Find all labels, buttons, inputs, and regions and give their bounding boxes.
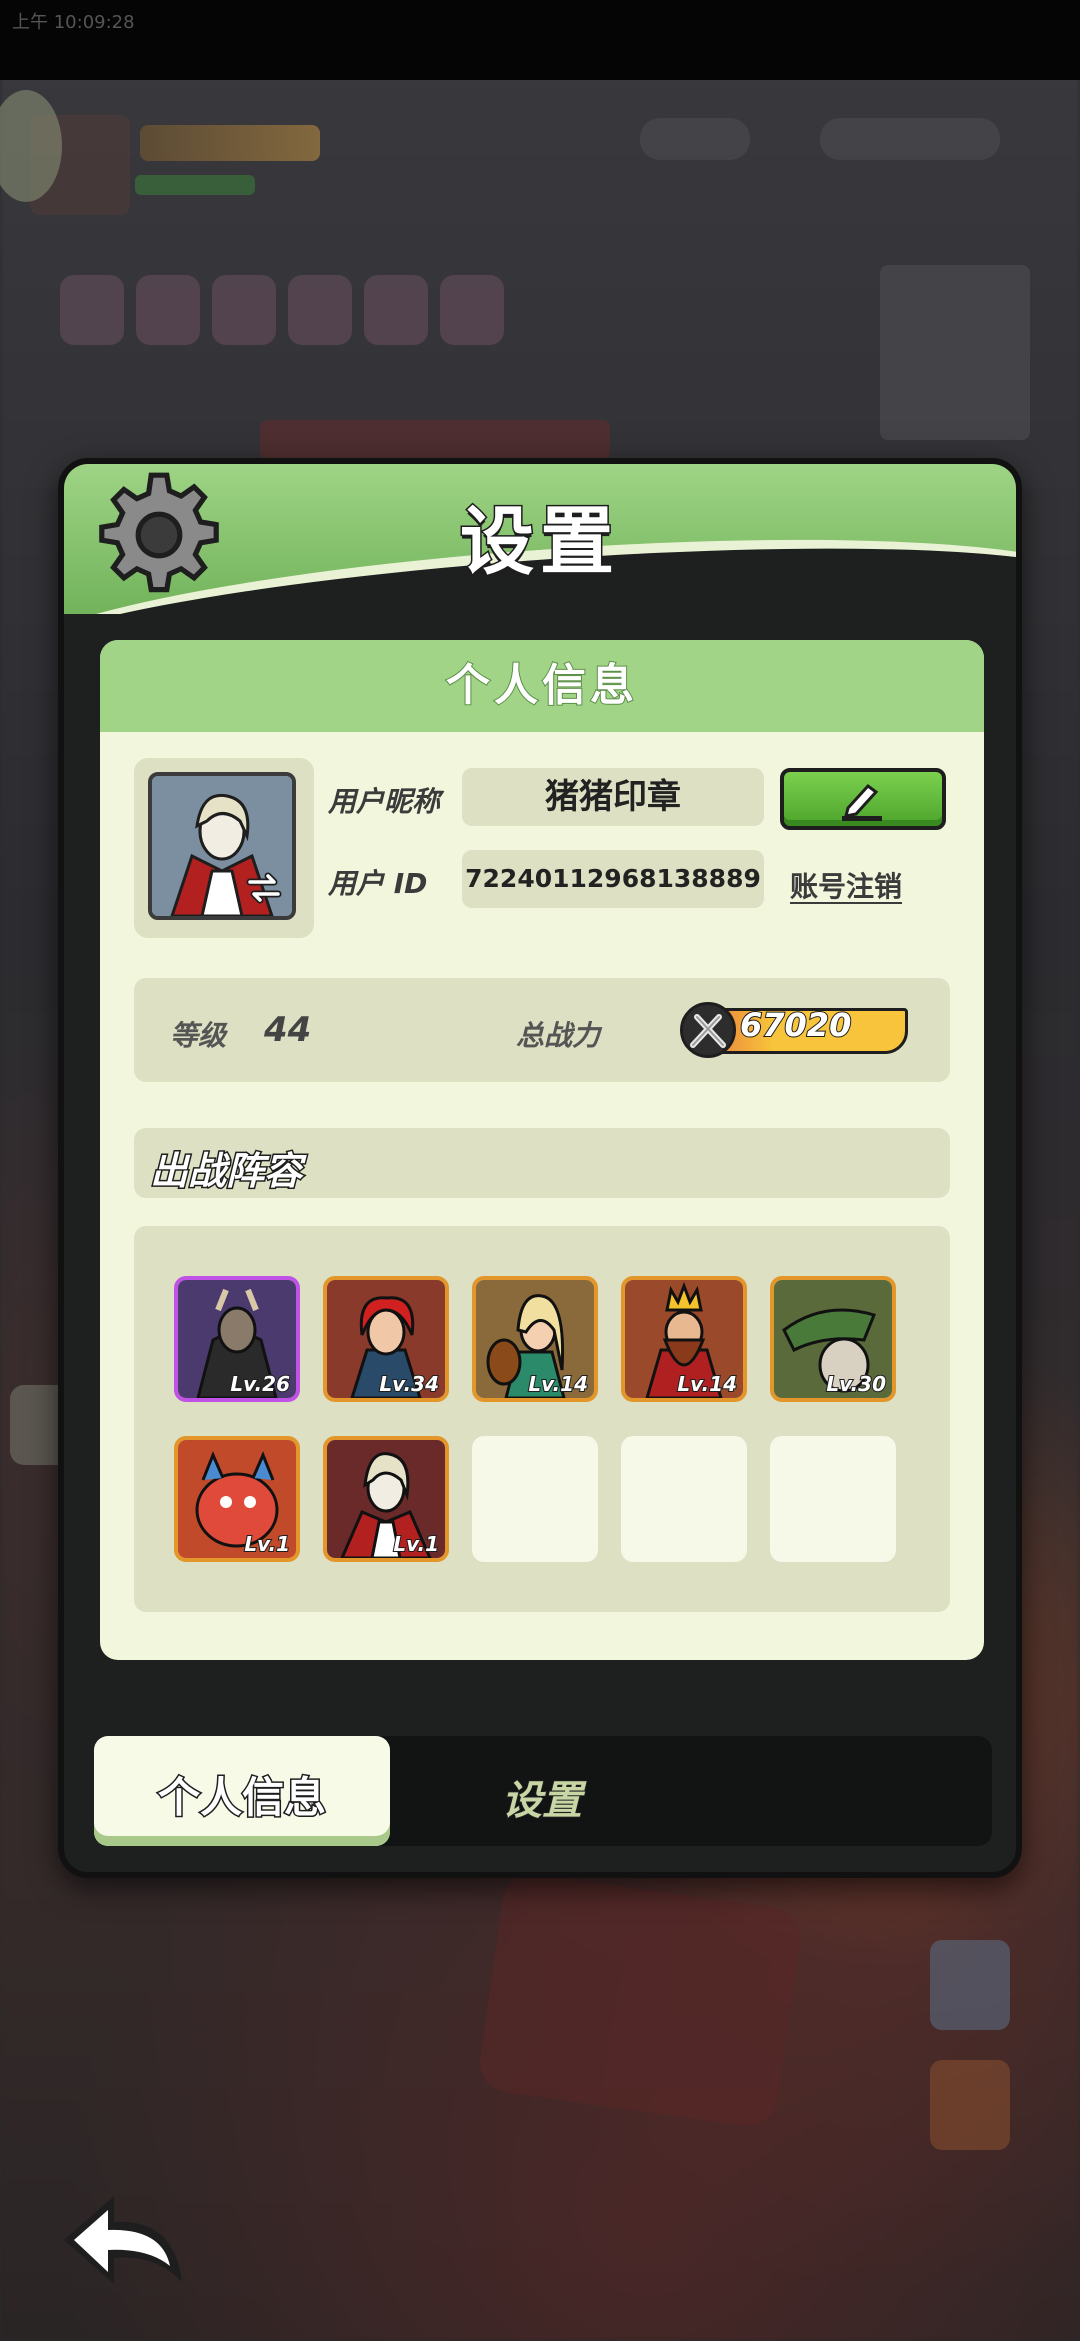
empty-slot[interactable] bbox=[621, 1436, 747, 1562]
section-title: 个人信息 bbox=[100, 640, 984, 732]
tab-profile[interactable]: 个人信息 bbox=[94, 1736, 390, 1846]
hero-slot-1[interactable]: Lv.26 bbox=[174, 1276, 300, 1402]
hero-level: Lv.26 bbox=[229, 1371, 291, 1397]
empty-slot[interactable] bbox=[472, 1436, 598, 1562]
hero-slot-2[interactable]: Lv.34 bbox=[323, 1276, 449, 1402]
profile-panel: 个人信息 用户昵称 猪猪印章 用户 ID 72240112968138889 账… bbox=[100, 640, 984, 1660]
sword-icon bbox=[680, 1002, 736, 1058]
stats-row: 等级 44 总战力 67020 bbox=[134, 978, 950, 1082]
level-label: 等级 bbox=[170, 1019, 227, 1052]
bg-activity-icons bbox=[60, 275, 530, 355]
bg-minimap bbox=[880, 265, 1030, 440]
bg-side-button-1 bbox=[930, 1940, 1010, 2030]
dialog-title: 设置 bbox=[459, 498, 620, 587]
hero-level: Lv.1 bbox=[392, 1531, 440, 1557]
tab-profile-label: 个人信息 bbox=[156, 1772, 327, 1824]
hero-slot-6[interactable]: Lv.1 bbox=[174, 1436, 300, 1562]
hero-level: Lv.14 bbox=[527, 1371, 589, 1397]
avatar[interactable] bbox=[148, 772, 296, 920]
empty-slot[interactable] bbox=[770, 1436, 896, 1562]
settings-dialog: 设置 个人信息 用户昵称 猪猪印章 用户 ID 7224011296813888… bbox=[58, 458, 1022, 1878]
hero-slot-4[interactable]: Lv.14 bbox=[621, 1276, 747, 1402]
hero-slot-3[interactable]: Lv.14 bbox=[472, 1276, 598, 1402]
bg-gem-counter bbox=[640, 118, 750, 160]
hero-level: Lv.30 bbox=[825, 1371, 887, 1397]
user-id-field: 72240112968138889 bbox=[462, 850, 764, 908]
bg-event-bar bbox=[260, 420, 610, 460]
bg-terrain bbox=[476, 1870, 804, 2130]
back-arrow-icon[interactable] bbox=[56, 2178, 196, 2298]
cancel-account-link[interactable]: 账号注销 bbox=[790, 865, 902, 905]
bg-gold-counter bbox=[820, 118, 1000, 160]
tab-bar: 个人信息 设置 bbox=[94, 1736, 992, 1846]
nickname-field: 猪猪印章 bbox=[462, 768, 764, 826]
bg-player-name bbox=[140, 125, 320, 161]
hero-level: Lv.34 bbox=[378, 1371, 440, 1397]
status-bar: 上午 10:09:28 bbox=[0, 0, 1080, 80]
power-label: 总战力 bbox=[516, 1019, 601, 1052]
tab-settings[interactable]: 设置 bbox=[501, 1768, 583, 1826]
power-badge: 67020 bbox=[680, 1000, 912, 1058]
lineup-grid: Lv.26 Lv.34 Lv.14 Lv.14 Lv.30 Lv.1 Lv.1 bbox=[134, 1226, 950, 1612]
edit-nickname-button[interactable] bbox=[780, 768, 946, 830]
bg-side-button-2 bbox=[930, 2060, 1010, 2150]
power-value: 67020 bbox=[739, 1005, 852, 1045]
nickname-label: 用户昵称 bbox=[328, 785, 441, 818]
level-value: 44 bbox=[264, 1010, 312, 1050]
edit-pencil-icon bbox=[842, 783, 882, 821]
user-id-label: 用户 ID bbox=[328, 867, 428, 900]
status-time: 上午 10:09:28 bbox=[12, 12, 135, 33]
hero-level: Lv.14 bbox=[676, 1371, 738, 1397]
hero-slot-5[interactable]: Lv.30 bbox=[770, 1276, 896, 1402]
bg-exp-bar bbox=[135, 175, 255, 195]
hero-slot-7[interactable]: Lv.1 bbox=[323, 1436, 449, 1562]
avatar-frame[interactable] bbox=[134, 758, 314, 938]
lineup-header: 出战阵容 bbox=[134, 1128, 950, 1198]
hero-level: Lv.1 bbox=[243, 1531, 291, 1557]
swap-icon[interactable] bbox=[244, 868, 284, 908]
lineup-title: 出战阵容 bbox=[148, 1148, 303, 1195]
